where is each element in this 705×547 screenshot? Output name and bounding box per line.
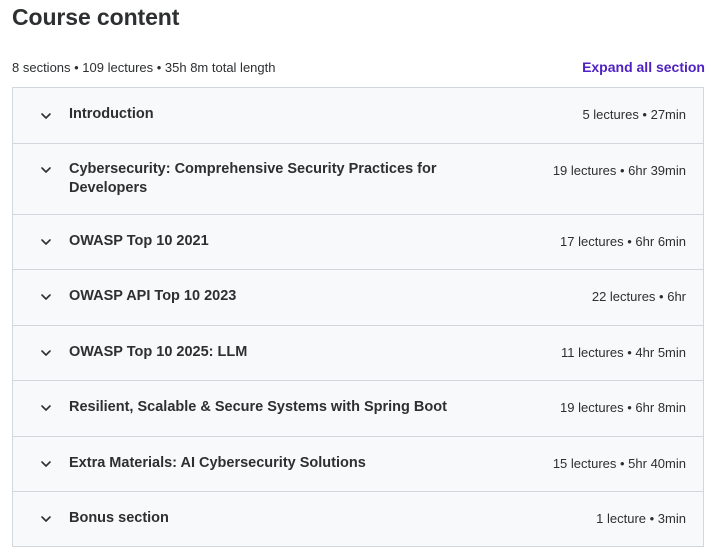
section-title: Bonus section <box>69 510 169 526</box>
section-title: OWASP Top 10 2025: LLM <box>69 344 248 360</box>
section-meta: 1 lecture • 3min <box>596 511 686 526</box>
section-row[interactable]: Bonus section 1 lecture • 3min <box>13 492 703 547</box>
chevron-down-icon <box>40 291 52 303</box>
chevron-down-icon <box>40 236 52 248</box>
section-title: OWASP Top 10 2021 <box>69 233 209 249</box>
section-title: Introduction <box>69 106 154 122</box>
chevron-down-icon <box>40 402 52 414</box>
chevron-down-icon <box>40 458 52 470</box>
expand-all-sections-button[interactable]: Expand all section <box>582 59 705 75</box>
page-title: Course content <box>12 4 180 30</box>
chevron-down-icon <box>40 513 52 525</box>
section-title: OWASP API Top 10 2023 <box>69 288 237 304</box>
section-meta: 19 lectures • 6hr 39min <box>552 163 686 178</box>
section-row[interactable]: Extra Materials: AI Cybersecurity Soluti… <box>13 437 703 492</box>
section-row[interactable]: OWASP API Top 10 2023 22 lectures • 6hr <box>13 270 703 326</box>
section-title: Cybersecurity: Comprehensive Security Pr… <box>69 161 437 196</box>
sections-list: Introduction 5 lectures • 27min Cybersec… <box>12 87 704 547</box>
chevron-down-icon <box>40 347 52 359</box>
course-summary-text: 8 sections • 109 lectures • 35h 8m total… <box>12 60 276 75</box>
section-row[interactable]: OWASP Top 10 2021 17 lectures • 6hr 6min <box>13 215 703 270</box>
section-meta: 5 lectures • 27min <box>582 107 686 122</box>
chevron-down-icon <box>40 110 52 122</box>
section-meta: 15 lectures • 5hr 40min <box>552 456 686 471</box>
chevron-down-icon <box>40 164 52 176</box>
section-row[interactable]: Introduction 5 lectures • 27min <box>13 88 703 144</box>
section-row[interactable]: OWASP Top 10 2025: LLM 11 lectures • 4hr… <box>13 326 703 381</box>
section-meta: 11 lectures • 4hr 5min <box>561 345 686 360</box>
section-meta: 19 lectures • 6hr 8min <box>560 400 686 415</box>
section-title: Extra Materials: AI Cybersecurity Soluti… <box>69 455 366 471</box>
section-row[interactable]: Cybersecurity: Comprehensive Security Pr… <box>13 144 703 215</box>
section-title: Resilient, Scalable & Secure Systems wit… <box>69 399 447 415</box>
section-meta: 22 lectures • 6hr <box>591 289 686 304</box>
section-meta: 17 lectures • 6hr 6min <box>560 234 686 249</box>
section-row[interactable]: Resilient, Scalable & Secure Systems wit… <box>13 381 703 437</box>
course-summary-bar: 8 sections • 109 lectures • 35h 8m total… <box>12 58 705 78</box>
